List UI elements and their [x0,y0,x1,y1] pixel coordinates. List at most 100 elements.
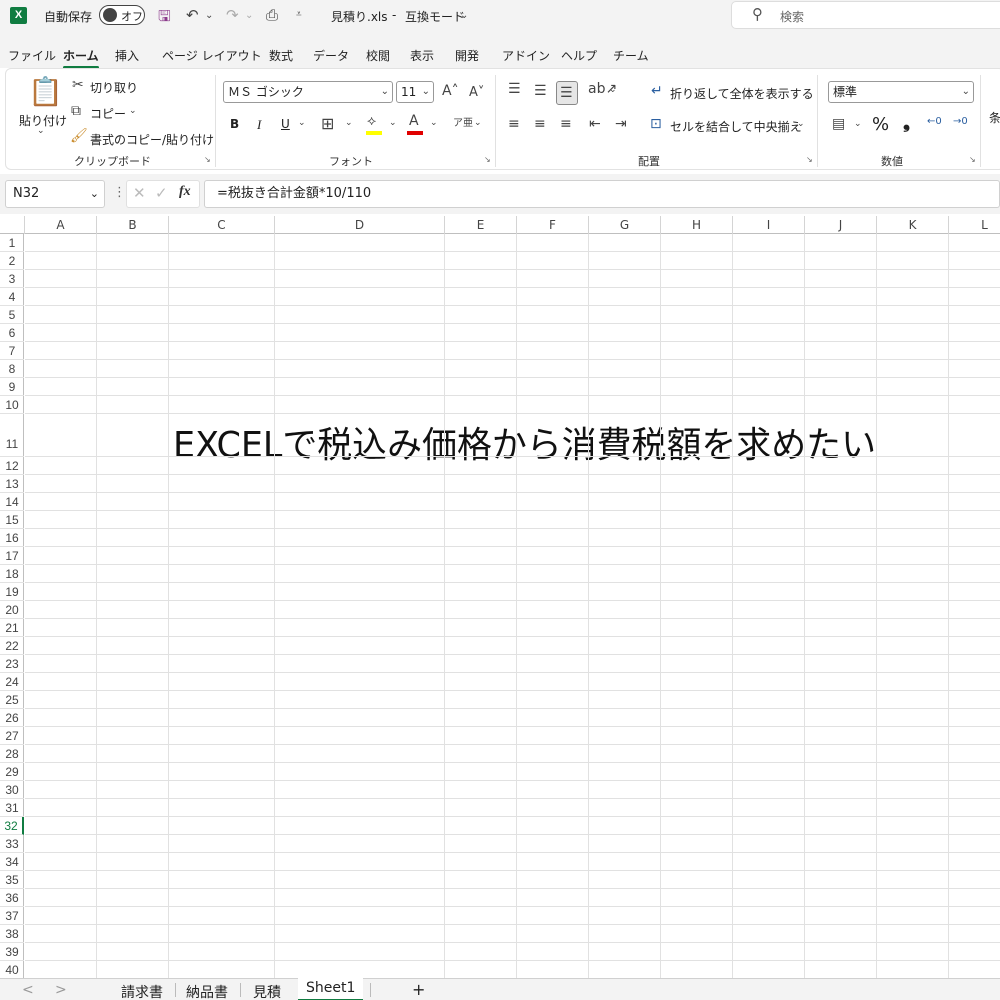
row-header[interactable]: 39 [0,943,24,961]
column-header-c[interactable]: C [169,216,275,234]
wrap-text-button[interactable]: 折り返して全体を表示する [670,85,814,102]
font-size-select[interactable]: 11 ⌄ [396,81,434,103]
row-header[interactable]: 22 [0,637,24,655]
align-middle-icon[interactable]: ☰ [534,83,547,99]
print-preview-icon[interactable]: ⎙ [266,6,278,24]
row-header[interactable]: 36 [0,889,24,907]
row-header[interactable]: 23 [0,655,24,673]
row-header[interactable]: 18 [0,565,24,583]
alignment-launcher-icon[interactable]: ↘ [806,155,813,164]
tab-help[interactable]: ヘルプ [561,47,597,64]
column-header-i[interactable]: I [733,216,805,234]
fill-color-icon[interactable]: ⟡ [367,113,376,129]
row-header[interactable]: 29 [0,763,24,781]
add-sheet-button[interactable]: + [412,980,425,999]
save-icon[interactable]: 🖫 [158,6,171,31]
row-header[interactable]: 14 [0,493,24,511]
italic-button[interactable]: I [257,117,261,133]
row-header[interactable]: 34 [0,853,24,871]
tab-page-layout[interactable]: ページ レイアウト [162,47,262,64]
align-center-icon[interactable]: ≡ [534,116,546,132]
more-options-icon[interactable]: ⋮ [113,185,126,200]
row-header[interactable]: 28 [0,745,24,763]
number-format-select[interactable]: 標準 ⌄ [828,81,974,103]
tab-formulas[interactable]: 数式 [269,47,293,64]
sheet-tab-invoice[interactable]: 請求書 [121,982,163,1000]
row-header[interactable]: 17 [0,547,24,565]
merge-center-button[interactable]: セルを結合して中央揃え [670,118,802,135]
column-header-k[interactable]: K [877,216,949,234]
increase-decimal-icon[interactable]: ←0 [927,116,942,127]
fill-color-dropdown-icon[interactable]: ⌄ [389,118,397,128]
tab-team[interactable]: チーム [613,47,649,64]
decrease-font-icon[interactable]: A˅ [469,85,484,100]
enter-icon[interactable]: ✓ [155,184,168,202]
cut-button[interactable]: 切り取り [90,79,138,96]
sheet-tab-delivery[interactable]: 納品書 [186,982,228,1000]
redo-icon[interactable]: ↷ [226,6,239,24]
column-header-d[interactable]: D [275,216,445,234]
undo-dropdown-icon[interactable]: ⌄ [205,10,213,21]
cut-icon[interactable]: ✂ [72,77,84,93]
formula-input[interactable]: =税抜き合計金額*10/110 [204,180,1000,208]
align-top-icon[interactable]: ☰ [508,81,521,97]
row-header[interactable]: 6 [0,324,24,342]
column-header-a[interactable]: A [25,216,97,234]
row-header[interactable]: 32 [0,817,24,835]
borders-icon[interactable]: ⊞ [321,114,334,133]
tab-view[interactable]: 表示 [410,47,434,64]
paste-icon[interactable]: 📋 [28,75,63,108]
row-header[interactable]: 35 [0,871,24,889]
row-header[interactable]: 19 [0,583,24,601]
currency-dropdown-icon[interactable]: ⌄ [854,119,862,129]
merge-center-icon[interactable]: ⊡ [650,116,662,132]
underline-button[interactable]: U [281,117,290,131]
font-color-icon[interactable]: A [409,113,419,129]
comma-style-button[interactable]: ❟ [903,112,910,133]
row-header[interactable]: 2 [0,252,24,270]
column-header-h[interactable]: H [661,216,733,234]
tab-insert[interactable]: 挿入 [115,47,139,64]
sheet-tab-sheet1[interactable]: Sheet1 [298,978,364,1000]
row-header[interactable]: 30 [0,781,24,799]
insert-function-icon[interactable]: fx [179,184,191,200]
currency-format-icon[interactable]: ▤ [832,116,845,132]
clipboard-launcher-icon[interactable]: ↘ [204,155,211,164]
copy-icon[interactable]: ⧉ [71,103,81,119]
cell-c11[interactable]: EXCELで税込み価格から消費税額を求めたい [173,416,876,468]
orientation-dropdown-icon[interactable]: ⌄ [609,85,617,95]
percent-button[interactable]: % [872,114,889,135]
tab-developer[interactable]: 開発 [455,47,479,64]
row-header[interactable]: 10 [0,396,24,414]
merge-dropdown-icon[interactable]: ⌄ [797,119,805,129]
row-header[interactable]: 1 [0,234,24,252]
undo-icon[interactable]: ↶ [186,6,199,24]
tab-data[interactable]: データ [313,47,349,64]
format-painter-button[interactable]: 書式のコピー/貼り付け [90,131,214,148]
increase-indent-icon[interactable]: ⇥ [615,116,627,132]
column-header-f[interactable]: F [517,216,589,234]
font-color-dropdown-icon[interactable]: ⌄ [430,118,438,128]
conditional-format-button[interactable]: 条 [989,109,1000,126]
autosave-toggle[interactable]: オフ [99,5,145,25]
format-painter-icon[interactable]: 🖌 [70,128,88,144]
row-header[interactable]: 31 [0,799,24,817]
row-header[interactable]: 38 [0,925,24,943]
sheet-tab-estimate[interactable]: 見積 [253,982,281,1000]
column-header-l[interactable]: L [949,216,1000,234]
decrease-decimal-icon[interactable]: →0 [953,116,968,127]
cancel-icon[interactable]: ✕ [133,184,146,202]
tab-home[interactable]: ホーム [63,47,99,69]
row-header[interactable]: 24 [0,673,24,691]
bold-button[interactable]: B [230,117,239,131]
next-sheet-icon[interactable]: > [55,982,67,998]
column-header-e[interactable]: E [445,216,517,234]
underline-dropdown-icon[interactable]: ⌄ [298,118,306,128]
align-right-icon[interactable]: ≡ [560,116,572,132]
row-header[interactable]: 25 [0,691,24,709]
column-header-b[interactable]: B [97,216,169,234]
phonetic-dropdown-icon[interactable]: ⌄ [474,118,482,128]
number-launcher-icon[interactable]: ↘ [969,155,976,164]
row-header[interactable]: 16 [0,529,24,547]
font-launcher-icon[interactable]: ↘ [484,155,491,164]
